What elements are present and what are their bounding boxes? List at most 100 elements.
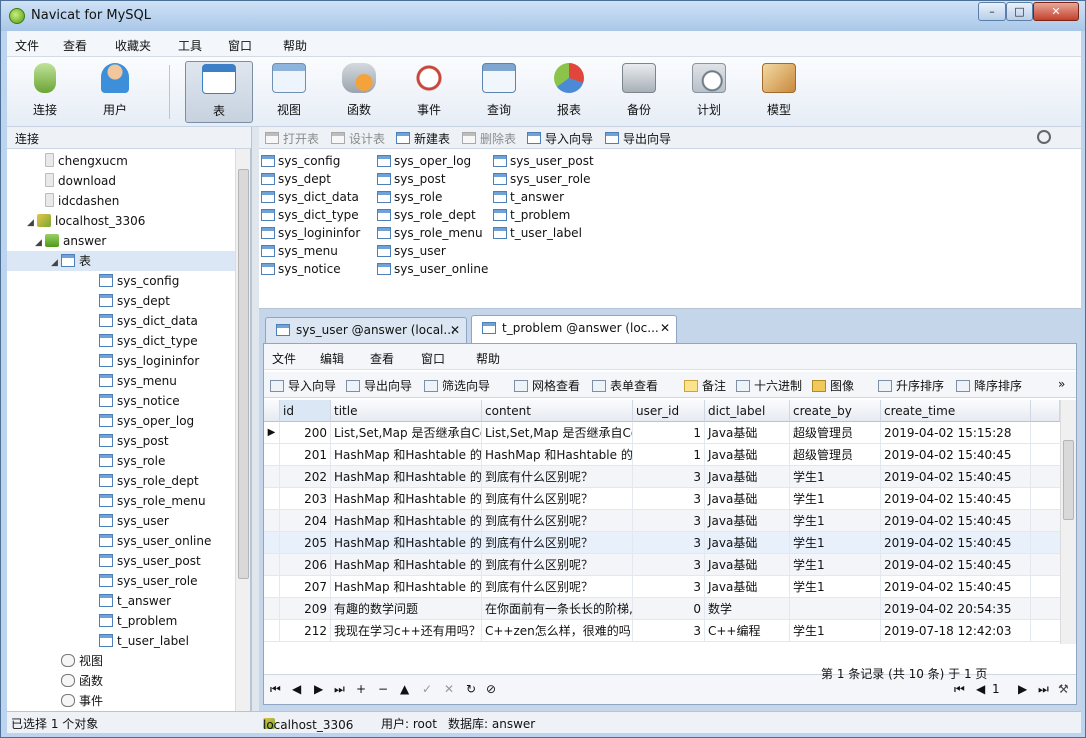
ribbon-view-button[interactable]: 视图 xyxy=(255,61,323,123)
cell-create-by[interactable]: 学生1 xyxy=(790,532,881,554)
row-marker[interactable] xyxy=(264,466,280,488)
cell-content[interactable]: 到底有什么区别呢？ xyxy=(482,576,633,598)
row-marker[interactable] xyxy=(264,444,280,466)
row-marker[interactable] xyxy=(264,532,280,554)
row-marker[interactable] xyxy=(264,576,280,598)
cell-title[interactable]: HashMap 和Hashtable 的 xyxy=(331,466,482,488)
next-record-button[interactable]: ▶ xyxy=(314,682,323,696)
minimize-button[interactable]: – xyxy=(978,2,1006,21)
first-record-button[interactable]: ⏮ xyxy=(270,682,281,697)
tree-item[interactable]: ◢ answer xyxy=(35,231,106,251)
tree-item[interactable]: sys_user_online xyxy=(89,531,211,551)
cell-id[interactable]: 201 xyxy=(280,444,331,466)
cell-dict-label[interactable]: Java基础 xyxy=(705,488,790,510)
tree-item[interactable]: sys_role xyxy=(89,451,165,471)
cell-title[interactable]: HashMap 和Hashtable 的 xyxy=(331,510,482,532)
editor-menu-window[interactable]: 窗口 xyxy=(421,350,445,367)
cell-title[interactable]: 我现在学习c++还有用吗？ xyxy=(331,620,482,642)
table-object-item[interactable]: sys_dict_type xyxy=(261,206,359,224)
sort-descending-button[interactable]: 降序排序 xyxy=(956,377,1022,394)
menu-favorites[interactable]: 收藏夹 xyxy=(115,37,151,54)
stop-button[interactable]: ⊘ xyxy=(486,682,496,696)
row-marker[interactable] xyxy=(264,554,280,576)
table-object-item[interactable]: sys_config xyxy=(261,152,340,170)
cell-id[interactable]: 207 xyxy=(280,576,331,598)
cell-create-by[interactable]: 学生1 xyxy=(790,554,881,576)
column-header-user-id[interactable]: user_id xyxy=(633,400,705,422)
import-wizard-button[interactable]: 导入向导 xyxy=(527,130,593,147)
cell-content[interactable]: 到底有什么区别呢？ xyxy=(482,510,633,532)
cell-id[interactable]: 212 xyxy=(280,620,331,642)
edit-record-button[interactable]: ▲ xyxy=(400,682,409,696)
tree-item[interactable]: sys_notice xyxy=(89,391,180,411)
tree-item[interactable]: sys_post xyxy=(89,431,169,451)
ribbon-event-button[interactable]: 事件 xyxy=(395,61,463,123)
cell-create-by[interactable] xyxy=(790,598,881,620)
table-object-item[interactable]: sys_user xyxy=(377,242,446,260)
table-object-item[interactable]: sys_role_menu xyxy=(377,224,483,242)
page-last-button[interactable]: ⏭ xyxy=(1038,682,1049,697)
cell-create-by[interactable]: 学生1 xyxy=(790,620,881,642)
cell-content[interactable]: 在你面前有一条长长的阶梯, xyxy=(482,598,633,620)
cell-dict-label[interactable]: C++编程 xyxy=(705,620,790,642)
refresh-button[interactable]: ↻ xyxy=(466,682,476,696)
tree-item[interactable]: idcdashen xyxy=(35,191,119,211)
ribbon-user-button[interactable]: 用户 xyxy=(81,61,149,123)
cell-create-by[interactable]: 学生1 xyxy=(790,576,881,598)
tree-item[interactable]: 视图 xyxy=(51,651,103,671)
page-first-button[interactable]: ⏮ xyxy=(954,682,965,697)
tree-item[interactable]: sys_role_menu xyxy=(89,491,206,511)
hex-button[interactable]: 十六进制 xyxy=(736,377,802,394)
cell-dict-label[interactable]: Java基础 xyxy=(705,532,790,554)
menu-help[interactable]: 帮助 xyxy=(283,37,307,54)
cell-content[interactable]: 到底有什么区别呢？ xyxy=(482,532,633,554)
tree-item[interactable]: chengxucm xyxy=(35,151,128,171)
cell-title[interactable]: HashMap 和Hashtable 的 xyxy=(331,488,482,510)
delete-table-button[interactable]: 删除表 xyxy=(462,130,516,147)
new-table-button[interactable]: 新建表 xyxy=(396,130,450,147)
menu-view[interactable]: 查看 xyxy=(63,37,87,54)
cell-create-by[interactable]: 学生1 xyxy=(790,510,881,532)
cell-title[interactable]: List,Set,Map 是否继承自Co xyxy=(331,422,482,444)
cell-title[interactable]: 有趣的数学问题 xyxy=(331,598,482,620)
grid-vertical-scrollbar[interactable] xyxy=(1060,400,1076,644)
cell-id[interactable]: 205 xyxy=(280,532,331,554)
tree-item[interactable]: 事件 xyxy=(51,691,103,711)
column-header-id[interactable]: id xyxy=(280,400,331,422)
table-object-item[interactable]: sys_user_post xyxy=(493,152,594,170)
table-row[interactable]: 212 我现在学习c++还有用吗？ C++zen怎么样，很难的吗 3 C++编程 学生1 2… xyxy=(264,620,1060,642)
form-view-button[interactable]: 表单查看 xyxy=(592,377,658,394)
cell-create-time[interactable]: 2019-04-02 15:40:45 xyxy=(881,444,1031,466)
cell-id[interactable]: 209 xyxy=(280,598,331,620)
tree-item[interactable]: download xyxy=(35,171,116,191)
cell-user-id[interactable]: 3 xyxy=(633,576,705,598)
cell-create-by[interactable]: 学生1 xyxy=(790,488,881,510)
table-row[interactable]: 206 HashMap 和Hashtable 的到底有什么区别呢？ 3 Java基础学… xyxy=(264,554,1060,576)
table-object-item[interactable]: sys_user_online xyxy=(377,260,488,278)
cell-id[interactable]: 206 xyxy=(280,554,331,576)
cell-user-id[interactable]: 3 xyxy=(633,510,705,532)
ribbon-model-button[interactable]: 模型 xyxy=(745,61,813,123)
menu-tools[interactable]: 工具 xyxy=(178,37,202,54)
cell-content[interactable]: HashMap 和Hashtable 的 xyxy=(482,444,633,466)
row-marker[interactable] xyxy=(264,510,280,532)
cell-dict-label[interactable]: Java基础 xyxy=(705,510,790,532)
cell-create-by[interactable]: 学生1 xyxy=(790,466,881,488)
tree-item[interactable]: t_problem xyxy=(89,611,177,631)
cell-content[interactable]: 到底有什么区别呢？ xyxy=(482,554,633,576)
tree-item[interactable]: sys_logininfor xyxy=(89,351,199,371)
tree-item[interactable]: t_user_label xyxy=(89,631,189,651)
tab-t-problem[interactable]: t_problem @answer (loc... ✕ xyxy=(471,315,677,343)
cell-create-time[interactable]: 2019-04-02 15:40:45 xyxy=(881,532,1031,554)
tree-item[interactable]: sys_config xyxy=(89,271,179,291)
table-object-item[interactable]: sys_oper_log xyxy=(377,152,471,170)
tree-item[interactable]: ◢ localhost_3306 xyxy=(27,211,145,231)
maximize-button[interactable]: □ xyxy=(1006,2,1033,21)
cell-user-id[interactable]: 3 xyxy=(633,488,705,510)
tree-item[interactable]: sys_user_role xyxy=(89,571,198,591)
table-object-item[interactable]: t_problem xyxy=(493,206,570,224)
page-next-button[interactable]: ▶ xyxy=(1018,682,1027,696)
tree-item[interactable]: ◢ 表 xyxy=(51,251,91,271)
expand-toggle-icon[interactable]: ◢ xyxy=(51,253,61,273)
tab-close-icon[interactable]: ✕ xyxy=(660,316,670,340)
